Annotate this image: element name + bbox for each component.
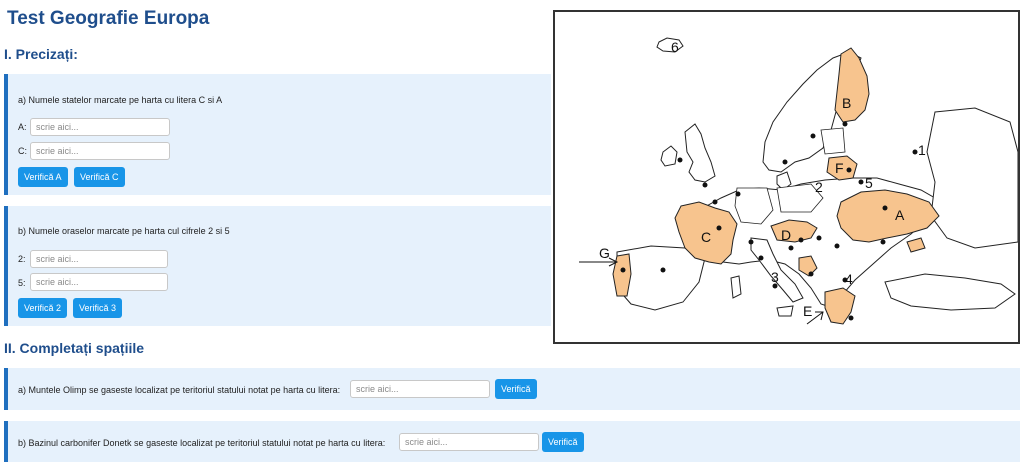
ireland-shape xyxy=(660,145,678,167)
row-label-c: C: xyxy=(18,146,27,156)
section-1-title: I. Precizați: xyxy=(4,46,78,62)
question-1b-text: b) Numele oraselor marcate pe harta cul … xyxy=(18,226,230,236)
answer-input-c[interactable] xyxy=(30,142,170,160)
city-dot xyxy=(788,245,794,251)
iceland-shape xyxy=(656,37,684,53)
map-letter-b: B xyxy=(842,95,851,111)
verify-a-button[interactable]: Verifică A xyxy=(18,167,68,187)
city-dot xyxy=(842,121,848,127)
question-panel-1b: b) Numele oraselor marcate pe harta cul … xyxy=(4,206,551,326)
city-dot xyxy=(748,239,754,245)
city-dot xyxy=(677,157,683,163)
map-number-3: 3 xyxy=(771,269,779,285)
question-panel-2a: a) Muntele Olimp se gaseste localizat pe… xyxy=(4,368,1020,410)
great-britain-shape xyxy=(684,123,716,183)
city-dot xyxy=(758,255,764,261)
question-1a-text: a) Numele statelor marcate pe harta cu l… xyxy=(18,95,223,105)
section-2-title: II. Completați spațiile xyxy=(4,340,145,356)
city-dot xyxy=(858,179,864,185)
page-title: Test Geografie Europa xyxy=(7,8,210,29)
city-dot xyxy=(882,205,888,211)
city-dot xyxy=(810,133,816,139)
row-label-a: A: xyxy=(18,122,27,132)
city-dot xyxy=(735,191,741,197)
europe-map: A B C D E F G 1 2 3 4 5 6 xyxy=(553,10,1020,344)
question-2a-text: a) Muntele Olimp se gaseste localizat pe… xyxy=(18,385,341,395)
sardinia-shape xyxy=(730,275,742,299)
question-panel-2b: b) Bazinul carbonifer Donetk se gaseste … xyxy=(4,421,1020,462)
map-letter-a: A xyxy=(895,207,905,223)
city-dot xyxy=(660,267,666,273)
country-d-shape xyxy=(770,219,818,243)
russia-shape xyxy=(926,107,1018,249)
city-dot xyxy=(848,315,854,321)
city-dot xyxy=(782,159,788,165)
country-g-shape xyxy=(612,253,632,297)
city-dot xyxy=(702,182,708,188)
city-dot xyxy=(808,271,814,277)
city-dot xyxy=(798,237,804,243)
city-dot xyxy=(620,267,626,273)
answer-input-2a[interactable] xyxy=(350,380,490,398)
map-number-5: 5 xyxy=(865,175,873,191)
city-dot xyxy=(834,243,840,249)
sicily-shape xyxy=(776,305,794,317)
city-dot xyxy=(712,199,718,205)
city-dot xyxy=(816,235,822,241)
map-number-6: 6 xyxy=(671,39,679,55)
map-letter-e: E xyxy=(803,303,812,319)
question-panel-1a: a) Numele statelor marcate pe harta cu l… xyxy=(4,74,551,195)
answer-input-2[interactable] xyxy=(30,250,168,268)
city-dot xyxy=(846,167,852,173)
row-label-5: 5: xyxy=(18,278,26,288)
border-baltics xyxy=(820,127,846,155)
turkey-shape xyxy=(884,273,1016,311)
map-letter-f: F xyxy=(835,160,844,176)
verify-c-button[interactable]: Verifică C xyxy=(74,167,125,187)
verify-2b-button[interactable]: Verifică xyxy=(542,432,584,452)
europe-map-svg: A B C D E F G 1 2 3 4 5 6 xyxy=(579,37,1018,325)
answer-input-2b[interactable] xyxy=(399,433,539,451)
map-number-4: 4 xyxy=(845,271,853,287)
verify-2a-button[interactable]: Verifică xyxy=(495,379,537,399)
city-dot xyxy=(880,239,886,245)
city-dot xyxy=(912,149,918,155)
city-dot xyxy=(716,225,722,231)
question-2b-text: b) Bazinul carbonifer Donetk se gaseste … xyxy=(18,438,386,448)
verify-2-button[interactable]: Verifică 2 xyxy=(18,298,68,318)
map-number-1: 1 xyxy=(918,142,926,158)
country-caucasus-shape xyxy=(906,237,926,253)
map-letter-c: C xyxy=(701,229,711,245)
answer-input-5[interactable] xyxy=(30,273,168,291)
map-number-2: 2 xyxy=(815,179,823,195)
country-b-shape xyxy=(834,47,870,123)
answer-input-a[interactable] xyxy=(30,118,170,136)
map-letter-d: D xyxy=(781,227,791,243)
row-label-2: 2: xyxy=(18,254,26,264)
map-letter-g: G xyxy=(599,245,610,261)
verify-3-button[interactable]: Verifică 3 xyxy=(73,298,123,318)
